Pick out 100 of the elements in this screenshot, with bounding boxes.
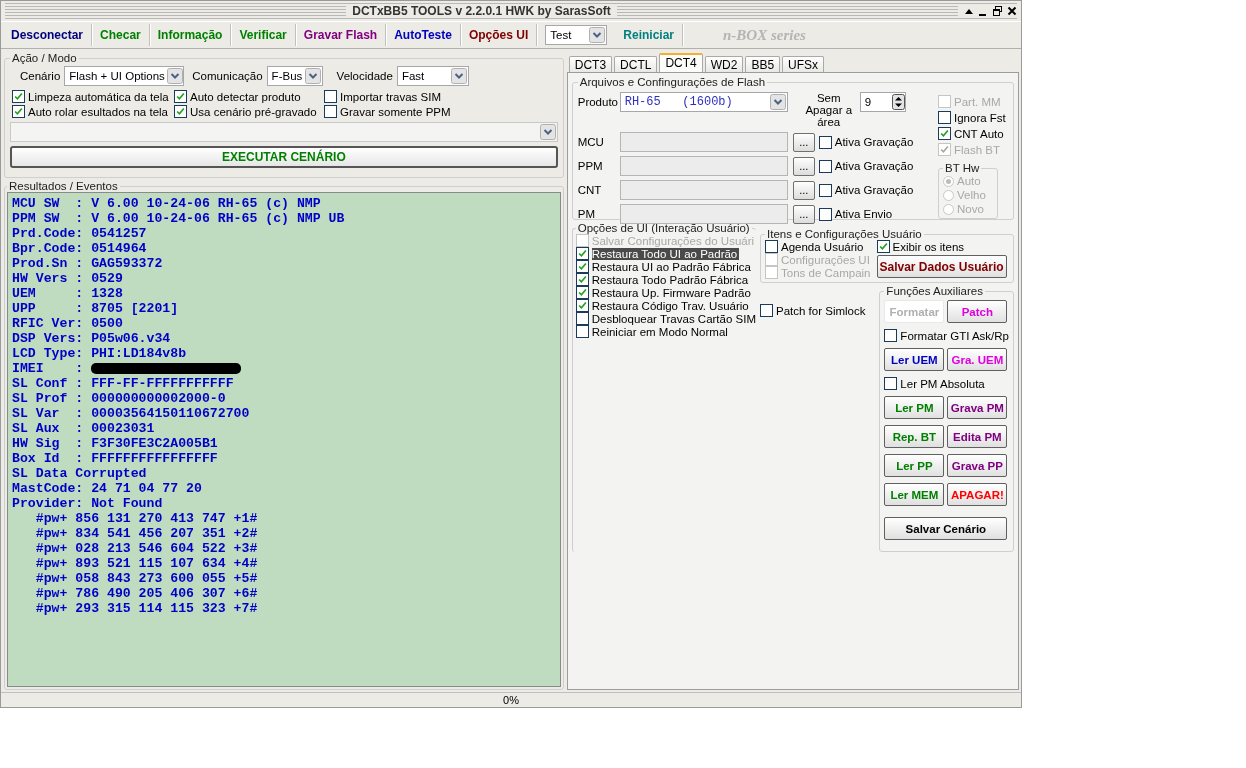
checkbox[interactable] bbox=[575, 260, 589, 273]
browse-button[interactable]: ... bbox=[792, 180, 815, 200]
checkbox-label: Salvar Configurações do Usuári bbox=[591, 234, 755, 247]
browse-button[interactable]: ... bbox=[792, 156, 815, 176]
tab[interactable]: DCT4 bbox=[659, 53, 703, 72]
group-title: Itens e Configurações Usuário bbox=[766, 228, 923, 240]
restore-icon[interactable] bbox=[992, 5, 1003, 17]
browse-button[interactable]: ... bbox=[792, 132, 815, 152]
function-button[interactable]: Ler PP bbox=[884, 454, 945, 477]
checkbox[interactable] bbox=[818, 159, 832, 173]
tab[interactable]: DCT3 bbox=[568, 56, 613, 72]
browse-button[interactable]: ... bbox=[792, 204, 815, 224]
field-label: Sem Apagar a área bbox=[804, 92, 854, 128]
group-title: Ação / Modo bbox=[11, 52, 78, 64]
checkbox[interactable] bbox=[818, 135, 832, 149]
toolbar-button[interactable]: Verificar bbox=[231, 24, 296, 46]
function-button[interactable]: Ler PM bbox=[884, 396, 945, 419]
dropdown[interactable]: Fast bbox=[396, 66, 469, 86]
checkbox-label: Agenda Usuário bbox=[781, 240, 864, 253]
toolbar-button[interactable]: Desconectar bbox=[3, 24, 93, 46]
checkbox-label: Restaura Código Trav. Usuário bbox=[591, 299, 749, 312]
toolbar-button[interactable]: Informação bbox=[149, 24, 232, 46]
checkbox-label: Restaura Up. Firmware Padrão bbox=[591, 286, 751, 299]
checkbox[interactable] bbox=[765, 240, 778, 253]
file-path-field[interactable] bbox=[619, 204, 788, 224]
file-path-field[interactable] bbox=[619, 180, 788, 200]
checkbox[interactable] bbox=[12, 90, 25, 103]
dropdown[interactable]: F-Bus bbox=[266, 66, 323, 86]
log-line: DSP Vers: P05w06.v34 bbox=[12, 331, 171, 346]
log-line: MCU SW : V 6.00 10-24-06 RH-65 (c) NMP bbox=[12, 196, 321, 211]
log-line: #pw+ 893 521 115 107 634 +4# bbox=[34, 556, 258, 571]
checkbox-label: Auto detectar produto bbox=[190, 90, 301, 103]
checkbox[interactable] bbox=[575, 325, 589, 338]
function-button[interactable]: Ler MEM bbox=[884, 483, 945, 506]
dropdown[interactable]: Flash + UI Options bbox=[64, 66, 185, 86]
checkbox[interactable] bbox=[324, 105, 337, 118]
function-button[interactable]: Grava PP bbox=[947, 454, 1008, 477]
group-title: Resultados / Eventos bbox=[8, 180, 119, 192]
checkbox-label: Limpeza automática da tela bbox=[28, 90, 169, 103]
checkbox-label: Ativa Gravação bbox=[834, 184, 914, 196]
checkbox[interactable] bbox=[12, 105, 25, 118]
tab[interactable]: WD2 bbox=[704, 56, 744, 72]
radio-label: Auto bbox=[957, 175, 981, 187]
radio-label: Novo bbox=[957, 203, 984, 215]
radio-label: Velho bbox=[957, 189, 986, 201]
log-line: #pw+ 293 315 114 115 323 +7# bbox=[34, 601, 258, 616]
progress-text: 0% bbox=[503, 694, 519, 706]
save-user-data-button[interactable]: Salvar Dados Usuário bbox=[876, 255, 1007, 278]
field-label: PM bbox=[577, 208, 596, 220]
checkbox[interactable] bbox=[575, 299, 589, 312]
log-line: Provider: Not Found bbox=[12, 496, 163, 511]
checkbox-label: Auto rolar esultados na tela bbox=[28, 105, 168, 118]
checkbox-label: Gravar somente PPM bbox=[340, 105, 451, 118]
checkbox[interactable] bbox=[884, 377, 898, 390]
field-label: MCU bbox=[577, 136, 605, 148]
spin-field[interactable]: 9 bbox=[859, 92, 906, 112]
function-button[interactable]: Edita PM bbox=[947, 425, 1008, 448]
function-button[interactable]: Grava PM bbox=[947, 396, 1008, 419]
close-icon[interactable] bbox=[1007, 5, 1017, 17]
checkbox[interactable] bbox=[938, 111, 951, 124]
file-path-field[interactable] bbox=[619, 132, 788, 152]
toolbar-button[interactable]: Reiniciar bbox=[615, 24, 683, 46]
checkbox[interactable] bbox=[575, 273, 589, 286]
checkbox[interactable] bbox=[575, 312, 589, 325]
toolbar-button[interactable]: Checar bbox=[92, 24, 150, 46]
checkbox[interactable] bbox=[575, 286, 589, 299]
checkbox[interactable] bbox=[760, 304, 773, 317]
checkbox[interactable] bbox=[818, 207, 832, 221]
log-line: SL Aux : 00023031 bbox=[12, 421, 155, 436]
checkbox[interactable] bbox=[324, 90, 337, 103]
spinner-arrows-icon[interactable] bbox=[891, 94, 905, 110]
function-button[interactable]: Ler UEM bbox=[884, 348, 945, 371]
checkbox[interactable] bbox=[174, 105, 187, 118]
checkbox-label: Ativa Envio bbox=[834, 208, 893, 220]
log-line: PPM SW : V 6.00 10-24-06 RH-65 (c) NMP UB bbox=[12, 211, 345, 226]
checkbox[interactable] bbox=[818, 183, 832, 197]
tab[interactable]: UFSx bbox=[782, 56, 825, 72]
file-path-field[interactable] bbox=[619, 156, 788, 176]
dropdown[interactable]: RH-65 (1600b) bbox=[619, 92, 788, 112]
log-line: LCD Type: PHI:LD184v8b bbox=[12, 346, 187, 361]
log-line: SL Data Corrupted bbox=[12, 466, 147, 481]
log-line: RFIC Ver: 0500 bbox=[12, 316, 123, 331]
log-line: HW Sig : F3F30FE3C2A005B1 bbox=[12, 436, 218, 451]
toolbar-button[interactable]: AutoTeste bbox=[386, 24, 461, 46]
dropdown[interactable]: Test bbox=[545, 25, 608, 45]
group-title: Opções de UI (Interação Usuário) bbox=[576, 222, 751, 234]
function-button[interactable]: Rep. BT bbox=[884, 425, 945, 448]
checkbox-label: Exibir os itens bbox=[892, 240, 965, 253]
execute-button[interactable]: EXECUTAR CENÁRIO bbox=[10, 146, 558, 168]
function-button[interactable]: Salvar Cenário bbox=[884, 517, 1008, 540]
checkbox[interactable] bbox=[938, 127, 951, 140]
tab[interactable]: DCTL bbox=[614, 56, 658, 72]
checkbox[interactable] bbox=[884, 329, 898, 342]
checkbox[interactable] bbox=[575, 247, 589, 260]
toolbar-button[interactable]: Opções UI bbox=[460, 24, 538, 46]
tab[interactable]: BB5 bbox=[745, 56, 781, 72]
checkbox[interactable] bbox=[174, 90, 187, 103]
checkbox[interactable] bbox=[876, 240, 890, 253]
toolbar-button[interactable]: Gravar Flash bbox=[295, 24, 387, 46]
log-line: #pw+ 786 490 205 406 307 +6# bbox=[34, 586, 258, 601]
